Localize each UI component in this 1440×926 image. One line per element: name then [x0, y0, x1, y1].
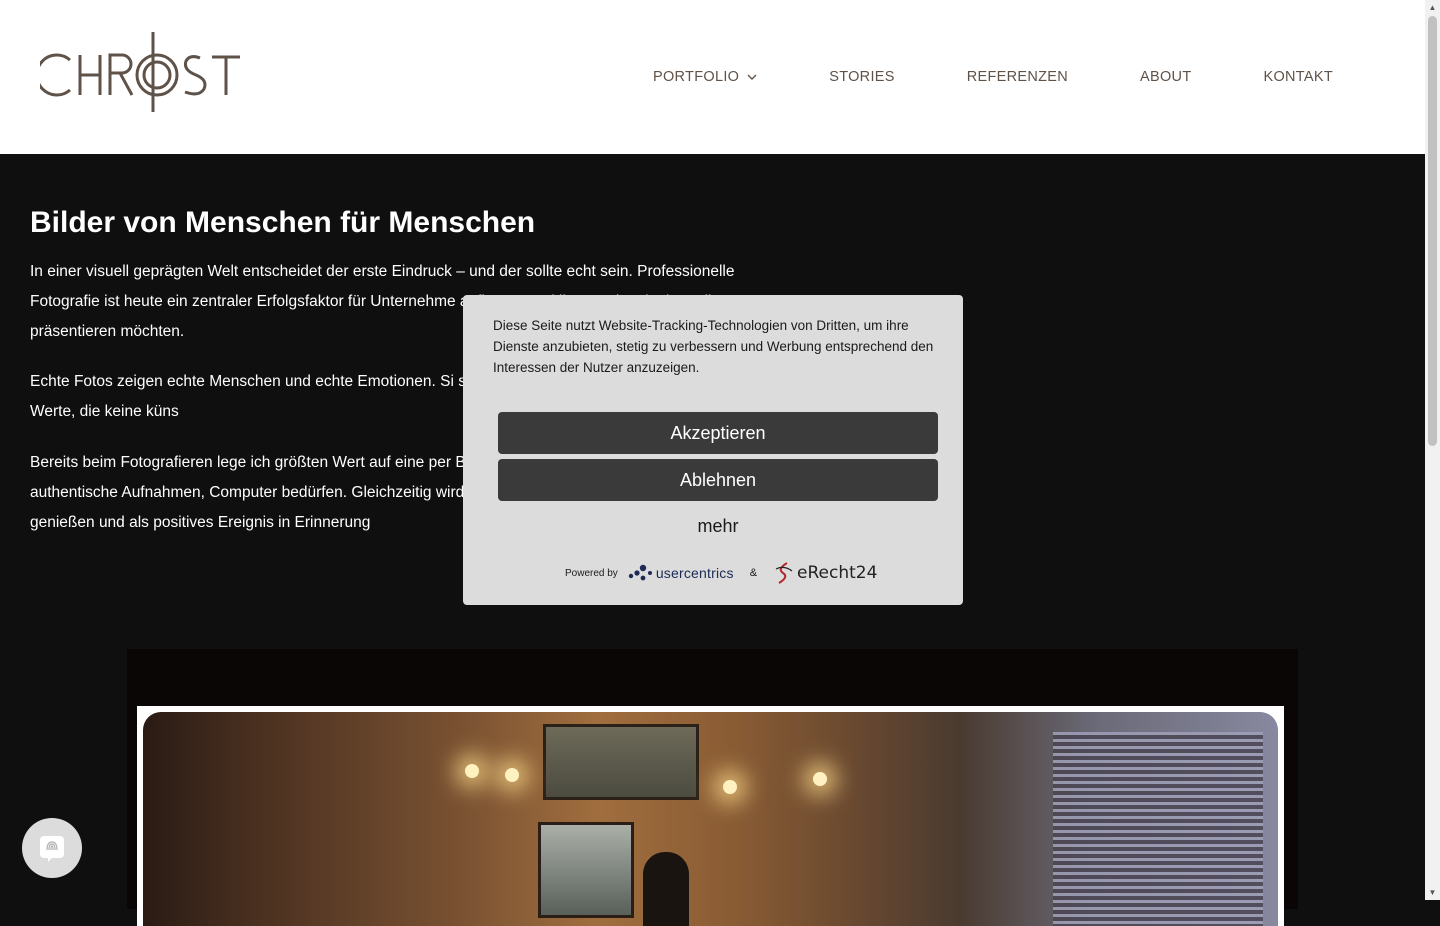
nav-about[interactable]: ABOUT	[1104, 66, 1227, 88]
nav-stories[interactable]: STORIES	[793, 66, 931, 88]
wall-painting	[543, 724, 699, 800]
studio-photo	[137, 706, 1284, 926]
nav-kontakt-label: KONTAKT	[1263, 69, 1333, 85]
nav-referenzen[interactable]: REFERENZEN	[931, 66, 1104, 88]
privacy-settings-button[interactable]	[22, 818, 82, 878]
framed-picture	[538, 822, 634, 918]
hero-image-frame	[127, 649, 1298, 926]
erecht24-mark-icon	[775, 562, 793, 584]
window-blinds	[1053, 732, 1263, 926]
nav-referenzen-label: REFERENZEN	[966, 69, 1069, 85]
page-scrollbar[interactable]: ▲ ▼	[1425, 0, 1440, 900]
nav-stories-label: STORIES	[829, 69, 895, 85]
logo-graphic	[40, 32, 240, 112]
ampersand: &	[749, 567, 758, 579]
more-link[interactable]: mehr	[498, 516, 938, 537]
cookie-notice-text: Diese Seite nutzt Website-Tracking-Techn…	[493, 318, 934, 375]
erecht24-logo[interactable]: eRecht24	[773, 561, 877, 585]
studio-light	[465, 764, 479, 778]
scrollbar-thumb[interactable]	[1428, 16, 1437, 446]
photo-scene	[143, 712, 1278, 926]
cookie-consent-dialog: Diese Seite nutzt Website-Tracking-Techn…	[463, 295, 963, 605]
nav-about-label: ABOUT	[1140, 69, 1192, 85]
chevron-down-icon	[747, 74, 757, 80]
studio-light	[505, 768, 519, 782]
site-header: PORTFOLIO STORIES REFERENZEN ABOUT KONTA…	[0, 0, 1425, 154]
usercentrics-logo[interactable]: usercentrics	[628, 562, 734, 584]
nav-kontakt[interactable]: KONTAKT	[1227, 66, 1333, 88]
powered-by-text: Powered by	[565, 567, 618, 579]
accept-button[interactable]: Akzeptieren	[498, 412, 938, 454]
erecht24-text: eRecht24	[797, 563, 878, 583]
scroll-up-arrow-icon[interactable]: ▲	[1428, 3, 1437, 12]
page-headline: Bilder von Menschen für Menschen	[30, 206, 536, 239]
person-silhouette	[643, 852, 689, 926]
fingerprint-icon	[40, 836, 64, 862]
usercentrics-text: usercentrics	[655, 565, 734, 581]
wall-lamp	[723, 780, 737, 794]
scroll-down-arrow-icon[interactable]: ▼	[1428, 888, 1437, 897]
decline-button[interactable]: Ablehnen	[498, 459, 938, 501]
usercentrics-dots-icon	[628, 564, 652, 581]
nav-portfolio[interactable]: PORTFOLIO	[617, 66, 793, 88]
nav-portfolio-label: PORTFOLIO	[653, 69, 740, 85]
studio-light	[813, 772, 827, 786]
powered-by-bar: Powered by usercentrics & eRecht24	[565, 561, 877, 585]
chrost-logo[interactable]	[40, 28, 250, 120]
main-navigation: PORTFOLIO STORIES REFERENZEN ABOUT KONTA…	[617, 66, 1333, 88]
